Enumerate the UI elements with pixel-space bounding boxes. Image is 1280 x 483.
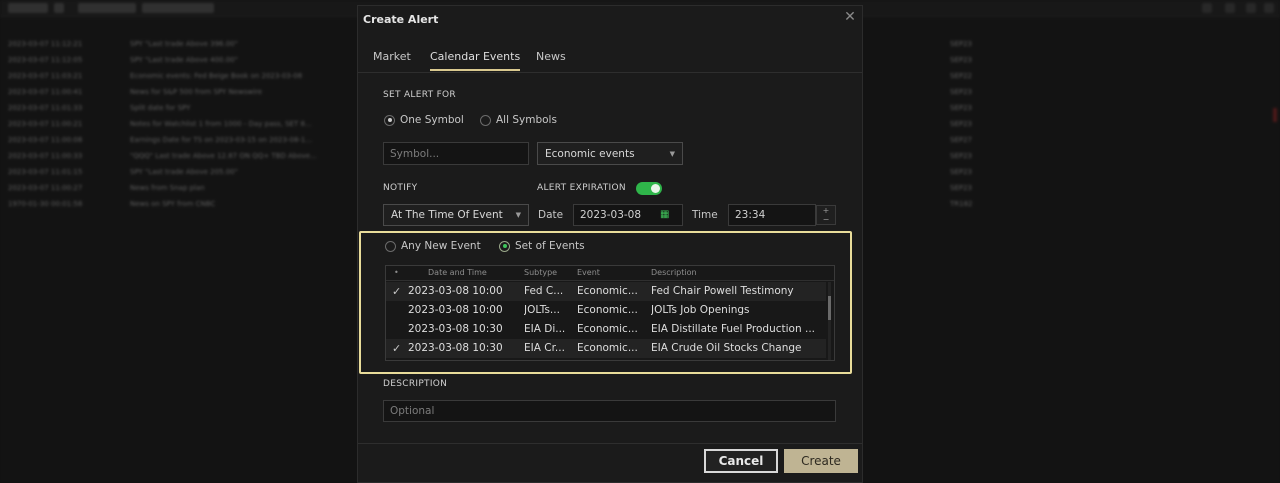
column-header-event[interactable]: Event [577, 268, 600, 277]
time-input[interactable]: 23:34 [728, 204, 816, 226]
dialog-title: Create Alert [363, 13, 439, 26]
notify-label: NOTIFY [383, 183, 418, 193]
close-icon[interactable]: ✕ [842, 9, 858, 25]
row-subtype: EIA Cr... [524, 342, 565, 354]
background-toolbar-button [78, 3, 136, 13]
row-event: Economic... [577, 285, 638, 297]
one-symbol-radio[interactable]: One Symbol [384, 114, 464, 126]
tab-market[interactable]: Market [373, 50, 411, 69]
chevron-down-icon: ▼ [669, 149, 675, 158]
notify-dropdown[interactable]: At The Time Of Event ▼ [383, 204, 529, 226]
background-marker [1273, 108, 1277, 122]
create-alert-dialog: Create Alert ✕ Market Calendar Events Ne… [357, 5, 863, 483]
row-event: Economic... [577, 342, 638, 354]
symbol-input[interactable] [383, 142, 529, 165]
time-label: Time [692, 209, 718, 221]
radio-unselected-icon [480, 114, 491, 126]
row-description: EIA Distillate Fuel Production ... [651, 323, 815, 335]
row-event: Economic... [577, 304, 638, 316]
calendar-icon[interactable]: ▦ [660, 210, 674, 220]
all-symbols-radio[interactable]: All Symbols [480, 114, 557, 126]
background-toolbar-button [8, 3, 48, 13]
scrollbar-thumb[interactable] [828, 296, 831, 320]
radio-unselected-icon [385, 240, 396, 252]
create-button[interactable]: Create [784, 449, 858, 473]
any-new-event-radio[interactable]: Any New Event [385, 240, 481, 252]
table-row[interactable]: ✓ 2023-03-08 10:00 Fed C... Economic... … [386, 282, 826, 301]
checkmark-icon: ✓ [392, 285, 402, 298]
time-value: 23:34 [735, 209, 766, 221]
table-row[interactable]: 2023-03-08 10:00 JOLTs... Economic... JO… [386, 301, 826, 320]
date-value: 2023-03-08 [580, 209, 642, 221]
row-datetime: 2023-03-08 10:00 [408, 304, 503, 316]
background-toolbar-button [54, 3, 64, 13]
alert-expiration-label: ALERT EXPIRATION [537, 183, 626, 193]
chevron-down-icon: ▼ [515, 211, 521, 219]
radio-selected-icon [384, 114, 395, 126]
row-subtype: Fed C... [524, 285, 564, 297]
description-input[interactable] [383, 400, 836, 422]
event-type-value: Economic events [545, 147, 635, 160]
alert-expiration-toggle[interactable] [636, 182, 662, 195]
column-header-description[interactable]: Description [651, 268, 697, 277]
date-label: Date [538, 209, 564, 221]
events-table: • Date and Time Subtype Event Descriptio… [385, 265, 835, 361]
cancel-button[interactable]: Cancel [704, 449, 778, 473]
set-of-events-label: Set of Events [515, 240, 585, 252]
row-subtype: JOLTs... [524, 304, 560, 316]
notify-value: At The Time Of Event [391, 209, 503, 221]
event-type-dropdown[interactable]: Economic events ▼ [537, 142, 683, 165]
alert-type-tabs: Market Calendar Events News [358, 46, 862, 73]
row-description: EIA Crude Oil Stocks Change [651, 342, 802, 354]
row-subtype: EIA Di... [524, 323, 566, 335]
background-toolbar-button [142, 3, 214, 13]
radio-selected-icon [499, 240, 510, 252]
row-description: Fed Chair Powell Testimony [651, 285, 794, 297]
row-event: Economic... [577, 323, 638, 335]
set-alert-for-label: SET ALERT FOR [383, 90, 456, 100]
checkmark-icon: ✓ [392, 342, 402, 355]
row-description: JOLTs Job Openings [651, 304, 750, 316]
any-new-event-label: Any New Event [401, 240, 481, 252]
one-symbol-label: One Symbol [400, 114, 464, 126]
table-row[interactable]: 2023-03-08 10:30 EIA Di... Economic... E… [386, 320, 826, 339]
column-header-subtype[interactable]: Subtype [524, 268, 557, 277]
column-header-select: • [394, 268, 399, 277]
table-row[interactable]: ✓ 2023-03-08 10:30 EIA Cr... Economic...… [386, 339, 826, 358]
footer-divider [358, 443, 862, 444]
row-datetime: 2023-03-08 10:30 [408, 342, 503, 354]
events-table-scrollbar[interactable] [828, 282, 831, 360]
time-stepper[interactable]: + − [816, 205, 836, 225]
column-header-datetime[interactable]: Date and Time [428, 268, 487, 277]
set-of-events-radio[interactable]: Set of Events [499, 240, 585, 252]
plus-icon[interactable]: + [817, 206, 835, 215]
all-symbols-label: All Symbols [496, 114, 557, 126]
minus-icon[interactable]: − [817, 215, 835, 224]
description-label: DESCRIPTION [383, 379, 448, 389]
tab-calendar-events[interactable]: Calendar Events [430, 50, 521, 71]
tab-news[interactable]: News [536, 50, 566, 69]
row-datetime: 2023-03-08 10:30 [408, 323, 503, 335]
row-datetime: 2023-03-08 10:00 [408, 285, 503, 297]
events-table-header: • Date and Time Subtype Event Descriptio… [386, 266, 834, 281]
